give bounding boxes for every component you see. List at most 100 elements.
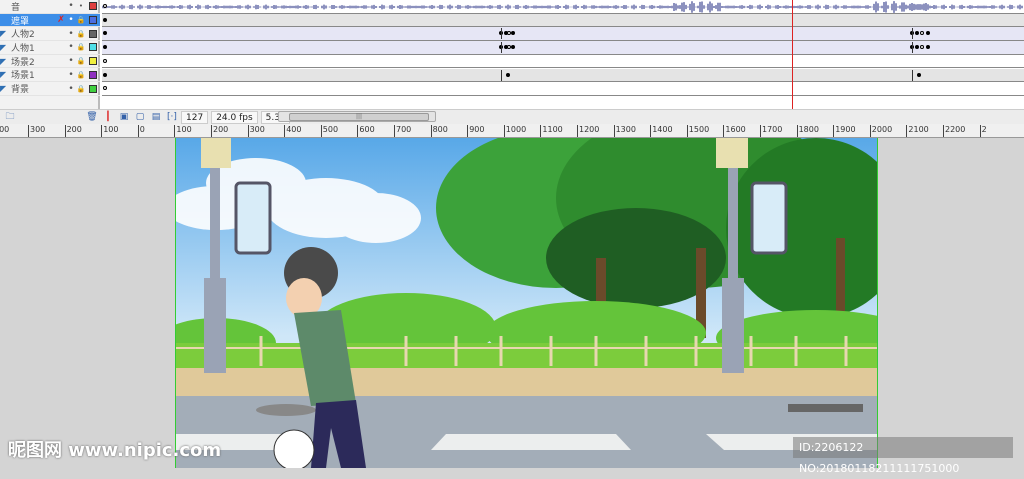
keyframe[interactable] (103, 31, 107, 36)
ruler-label: 1200 (577, 125, 599, 137)
keyframe-divider[interactable] (501, 69, 502, 81)
layer-icon: ◤ (0, 56, 7, 66)
layer-icon: ◤ (0, 70, 7, 80)
frame-row[interactable] (102, 27, 1024, 42)
manhole (256, 404, 316, 416)
visibility-toggle[interactable]: • (66, 1, 76, 11)
frame-row[interactable] (102, 55, 1024, 69)
lock-icon[interactable]: 🔒 (76, 85, 86, 93)
keyframe[interactable] (920, 31, 924, 36)
keyframe-divider[interactable] (501, 42, 502, 54)
ruler-label: 1600 (723, 125, 746, 137)
current-frame: 127 (181, 110, 209, 124)
frame-row[interactable] (102, 68, 1024, 83)
edit-multiple-frames-icon[interactable]: ▤ (150, 112, 162, 123)
audio-waveform (101, 1, 1023, 13)
visibility-toggle[interactable]: • (66, 70, 76, 80)
outline-color-swatch[interactable] (89, 2, 97, 11)
visibility-toggle[interactable]: • (66, 29, 76, 39)
keyframe[interactable] (103, 72, 107, 77)
ruler-label: 1900 (833, 125, 856, 137)
layer-name: 遮罩 (11, 16, 30, 27)
keyframe[interactable] (103, 58, 107, 63)
outline-color-swatch[interactable] (89, 70, 97, 79)
ruler-label: 900 (467, 125, 484, 137)
stage-canvas[interactable] (175, 138, 878, 468)
keyframe-divider[interactable] (912, 69, 913, 81)
keyframe[interactable] (506, 72, 510, 77)
layer-name: 背景 (11, 85, 30, 96)
ruler-label: 400 (0, 125, 9, 137)
keyframe-divider[interactable] (912, 42, 913, 54)
visibility-toggle[interactable]: • (66, 42, 76, 52)
watermark-logo: 昵图网 www.nipic.com (8, 440, 222, 461)
layer-row[interactable]: ◤ 人物2 • 🔒 (0, 27, 100, 42)
ruler-label: 700 (394, 125, 411, 137)
layer-icon: ◤ (0, 29, 7, 39)
layer-name: 人物2 (11, 30, 35, 41)
drain (788, 404, 863, 412)
ruler-label: 1800 (796, 125, 819, 137)
lock-icon[interactable]: 🔒 (76, 16, 86, 24)
frame-row[interactable] (102, 82, 1024, 96)
scrollbar-thumb[interactable]: ||| (289, 113, 429, 121)
center-frame-icon[interactable]: ┃ (102, 112, 114, 123)
keyframe[interactable] (917, 72, 921, 77)
layer-name: 音 (11, 2, 21, 13)
ruler-label: 1100 (540, 125, 563, 137)
timeline-scrollbar[interactable]: ||| (278, 111, 436, 122)
layer-row[interactable]: ◤ 场景1 • 🔒 (0, 69, 100, 83)
frame-row[interactable] (101, 0, 1024, 14)
sidewalk (176, 368, 877, 398)
visibility-toggle[interactable]: • (66, 84, 76, 94)
frame-rate[interactable]: 24.0 fps (211, 110, 258, 124)
keyframe[interactable] (926, 31, 930, 36)
keyframe[interactable] (103, 45, 107, 50)
delete-layer-icon[interactable]: 🗑 (86, 112, 98, 123)
layer-row[interactable]: ◤ 场景2 • 🔒 (0, 55, 100, 69)
modify-markers-icon[interactable]: [·] (166, 112, 178, 123)
lock-icon[interactable]: • (76, 2, 86, 10)
keyframe[interactable] (511, 45, 515, 50)
layer-row[interactable]: 遮罩 ✗ • 🔒 (0, 13, 100, 28)
visibility-toggle[interactable]: • (66, 15, 76, 25)
keyframe[interactable] (920, 45, 924, 50)
keyframe[interactable] (103, 86, 107, 91)
pencil-crossed-icon[interactable]: ✗ (56, 15, 66, 25)
outline-color-swatch[interactable] (89, 57, 97, 66)
lock-icon[interactable]: 🔒 (76, 71, 86, 79)
lock-icon[interactable]: 🔒 (76, 57, 86, 65)
keyframe[interactable] (103, 17, 107, 22)
keyframe[interactable] (915, 45, 919, 50)
layer-row[interactable]: ◤ 人物1 • 🔒 (0, 41, 100, 55)
outline-color-swatch[interactable] (89, 16, 97, 25)
onion-skin-icon[interactable]: ▣ (118, 112, 130, 123)
keyframe[interactable] (915, 31, 919, 36)
frame-grid[interactable] (101, 0, 1024, 98)
outline-color-swatch[interactable] (89, 43, 97, 52)
keyframe-divider[interactable] (912, 28, 913, 40)
lock-icon[interactable]: 🔒 (76, 30, 86, 38)
outline-color-swatch[interactable] (89, 29, 97, 38)
frame-row[interactable] (102, 41, 1024, 55)
keyframe[interactable] (926, 45, 930, 50)
layer-list: 音 • • 遮罩 ✗ • 🔒 ◤ 人物2 • 🔒 ◤ 人物1 • 🔒 ◤ 场景2 • 🔒 ◤ 场景1 • 🔒 ◤ 背景 • 🔒 (0, 0, 100, 124)
timeline-toolbar: 🗀 🗑 ┃ ▣ ▢ ▤ [·] 127 24.0 fps 5.3s (0, 109, 1024, 124)
new-folder-icon[interactable]: 🗀 (4, 112, 16, 123)
keyframe[interactable] (103, 4, 107, 8)
layer-row[interactable]: 音 • • (0, 0, 100, 14)
cartoon-scene (176, 138, 877, 468)
layer-row[interactable]: ◤ 背景 • 🔒 (0, 82, 100, 96)
keyframe[interactable] (511, 31, 515, 36)
ruler-label: 2100 (906, 125, 929, 137)
lock-icon[interactable]: 🔒 (76, 43, 86, 51)
visibility-toggle[interactable]: • (66, 56, 76, 66)
layer-name: 场景1 (11, 71, 35, 82)
playhead[interactable] (792, 0, 793, 110)
frame-row[interactable] (102, 13, 1024, 28)
outline-color-swatch[interactable] (89, 84, 97, 93)
onion-outline-icon[interactable]: ▢ (134, 112, 146, 123)
keyframe-divider[interactable] (501, 28, 502, 40)
ruler-label: 1000 (503, 125, 526, 137)
image-id-label: ID:2206122 NO:20180118211111751000 (793, 437, 1013, 475)
